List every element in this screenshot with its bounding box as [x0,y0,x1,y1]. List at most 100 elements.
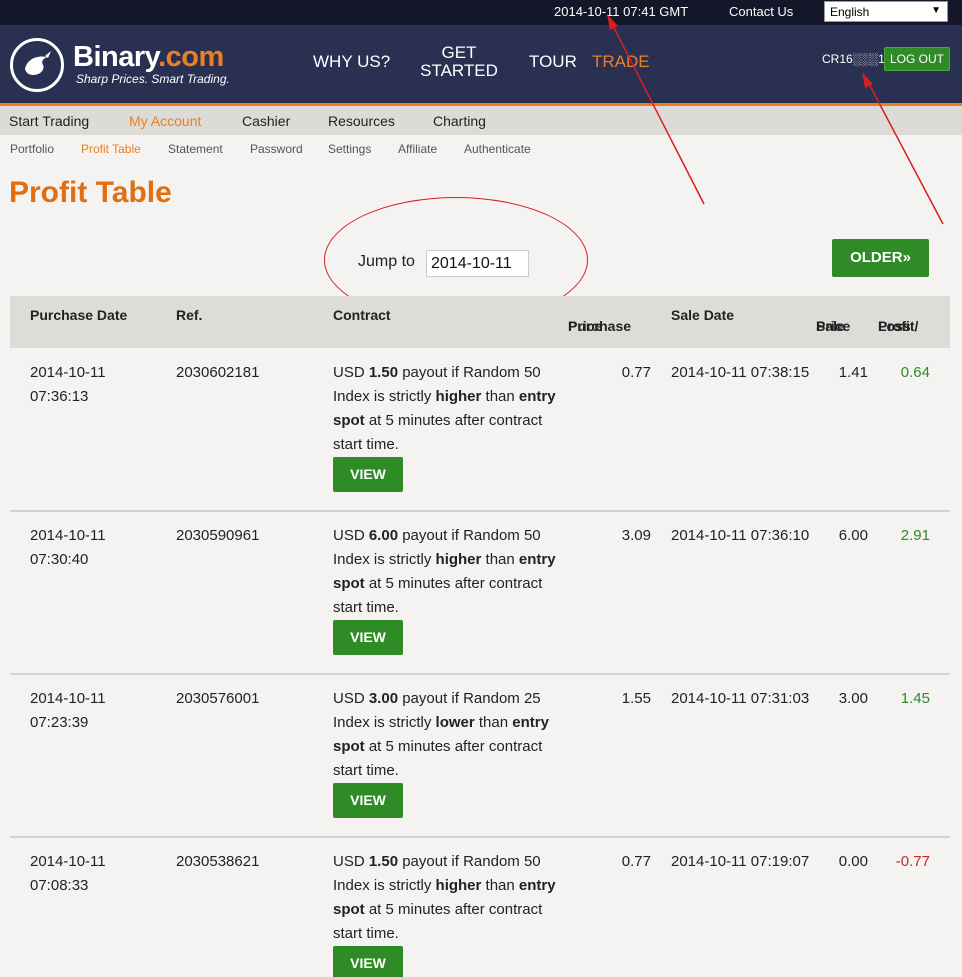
brand-name[interactable]: Binary.com [73,41,224,74]
nav-trade[interactable]: TRADE [592,53,650,71]
subtab-password[interactable]: Password [250,142,303,156]
profit-table-header: Purchase Date Ref. Contract Purchase Pric… [10,296,950,348]
ref-cell: 2030538621 [176,853,260,870]
brand-tagline: Sharp Prices. Smart Trading. [76,72,230,86]
contract-text-than: than [481,551,519,568]
purchase-date-day: 2014-10-11 [30,853,106,870]
sale-price-cell: 6.00 [838,527,868,544]
jump-to-date-input[interactable] [426,250,529,277]
nav-get-started-line-1: GET [441,43,477,62]
view-contract-button[interactable]: VIEW [333,620,403,655]
server-clock: 2014-10-11 07:41 GMT [554,4,689,19]
purchase-date-cell: 2014-10-11 07:30:40 [30,524,106,572]
profit-loss-cell: 2.91 [900,527,930,544]
purchase-date-time: 07:08:33 [30,877,89,894]
table-row: 2014-10-11 07:30:40 2030590961 USD 6.00 p… [10,512,950,675]
col-purchase-date: Purchase Date [30,307,128,323]
col-sale-price-line-2: Price [816,318,851,334]
table-row: 2014-10-11 07:36:13 2030602181 USD 1.50 p… [10,349,950,512]
profit-loss-cell: -0.77 [895,853,930,870]
ref-cell: 2030576001 [176,690,260,707]
contract-direction: higher [435,388,482,405]
contract-text-than: than [481,877,519,894]
profit-loss-cell: 0.64 [900,364,930,381]
caret-down-icon: ▼ [931,5,941,16]
purchase-date-day: 2014-10-11 [30,364,106,381]
purchase-price-cell: 3.09 [621,527,651,544]
tab-resources[interactable]: Resources [328,113,395,129]
brand-name-suffix: .com [158,41,224,73]
page-title: Profit Table [9,176,172,209]
contract-cell: USD 1.50 payout if Random 50 Index is st… [333,361,558,457]
col-ref: Ref. [176,307,203,323]
purchase-price-cell: 0.77 [621,364,651,381]
language-select-value: English [830,5,870,19]
col-purchase-price-line-2: Price [568,318,603,334]
sale-date-cell: 2014-10-11 07:19:07 [671,853,810,870]
brand-name-main: Binary [73,41,159,73]
purchase-date-time: 07:23:39 [30,714,89,731]
contract-text-post: at 5 minutes after contract start time. [333,738,543,779]
table-row: 2014-10-11 07:08:33 2030538621 USD 1.50 p… [10,838,950,977]
purchase-date-day: 2014-10-11 [30,527,106,544]
profit-loss-cell: 1.45 [900,690,930,707]
contract-cell: USD 1.50 payout if Random 50 Index is st… [333,850,558,946]
purchase-price-cell: 0.77 [621,853,651,870]
nav-get-started-line-2: STARTED [420,61,498,80]
sale-date-cell: 2014-10-11 07:38:15 [671,364,810,381]
subtab-authenticate[interactable]: Authenticate [464,142,531,156]
logout-button[interactable]: LOG OUT [884,47,950,71]
contract-cell: USD 6.00 payout if Random 50 Index is st… [333,524,558,620]
view-contract-button[interactable]: VIEW [333,946,403,977]
contract-direction: higher [435,877,482,894]
subtab-portfolio[interactable]: Portfolio [10,142,54,156]
subtab-profit-table[interactable]: Profit Table [81,142,141,156]
subtab-settings[interactable]: Settings [328,142,371,156]
table-row: 2014-10-11 07:23:39 2030576001 USD 3.00 p… [10,675,950,838]
purchase-date-cell: 2014-10-11 07:36:13 [30,361,106,409]
view-contract-button[interactable]: VIEW [333,783,403,818]
purchase-date-cell: 2014-10-11 07:08:33 [30,850,106,898]
language-select[interactable]: English ▼ [824,1,948,22]
subtab-statement[interactable]: Statement [168,142,223,156]
subtab-affiliate[interactable]: Affiliate [398,142,437,156]
contract-text-post: at 5 minutes after contract start time. [333,575,543,616]
tab-charting[interactable]: Charting [433,113,486,129]
account-tabs: Start Trading My Account Cashier Resourc… [0,106,962,135]
contract-direction: lower [435,714,475,731]
jump-to-label: Jump to [358,253,415,270]
contract-payout: 3.00 [368,690,399,707]
top-utility-bar: 2014-10-11 07:41 GMT Contact Us English … [0,0,962,25]
contract-text-pre: USD [333,690,369,707]
sale-price-cell: 3.00 [838,690,868,707]
contract-text-than: than [481,388,519,405]
tab-start-trading[interactable]: Start Trading [9,113,89,129]
older-button[interactable]: OLDER» [832,239,929,277]
ref-cell: 2030590961 [176,527,260,544]
site-header: Binary.com Sharp Prices. Smart Trading. … [0,25,962,106]
tab-cashier[interactable]: Cashier [242,113,290,129]
col-contract: Contract [333,307,391,323]
nav-why-us[interactable]: WHY US? [313,53,390,71]
purchase-date-day: 2014-10-11 [30,690,106,707]
contract-text-pre: USD [333,364,369,381]
purchase-date-time: 07:30:40 [30,551,89,568]
sale-price-cell: 0.00 [838,853,868,870]
contract-payout: 1.50 [368,364,399,381]
contract-text-post: at 5 minutes after contract start time. [333,901,543,942]
account-subtabs: Portfolio Profit Table Statement Passwor… [0,135,962,163]
contract-text-than: than [474,714,513,731]
col-profit-loss-line-2: Loss [878,318,911,334]
ref-cell: 2030602181 [176,364,260,381]
nav-tour[interactable]: TOUR [529,53,577,71]
col-sale-date: Sale Date [671,307,735,323]
purchase-date-time: 07:36:13 [30,388,89,405]
bull-logo-icon[interactable] [10,38,64,92]
view-contract-button[interactable]: VIEW [333,457,403,492]
tab-my-account[interactable]: My Account [129,113,201,129]
sale-date-cell: 2014-10-11 07:31:03 [671,690,810,707]
contract-payout: 6.00 [368,527,399,544]
contract-direction: higher [435,551,482,568]
contact-us-link[interactable]: Contact Us [729,4,793,19]
nav-get-started[interactable]: GET STARTED [420,44,498,80]
